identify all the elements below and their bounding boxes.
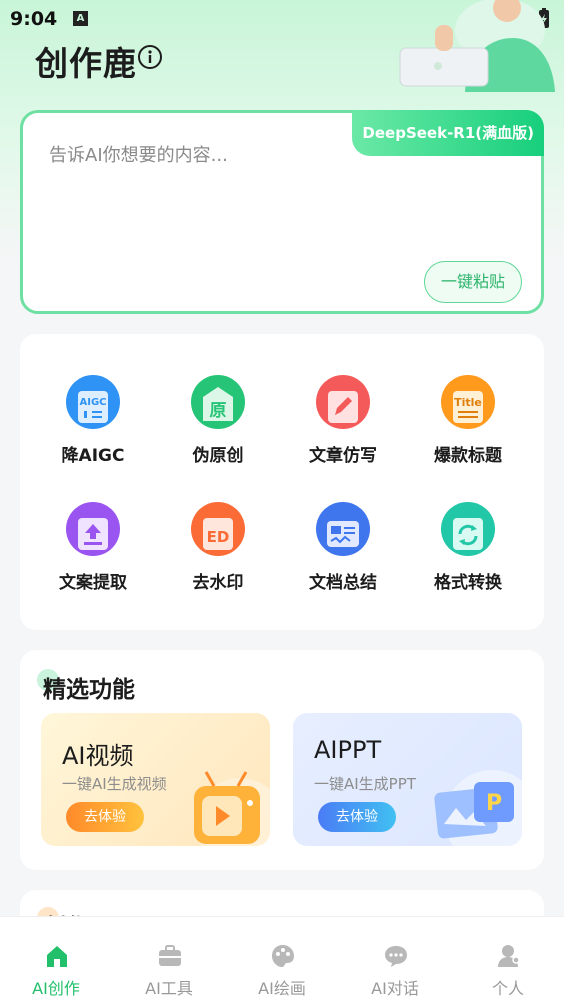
tool-reduce-aigc[interactable]: AIGC 降AIGC: [31, 375, 155, 475]
info-icon[interactable]: [137, 44, 163, 70]
aippt-try-button[interactable]: 去体验: [318, 802, 396, 832]
upload-extract-icon: [66, 502, 120, 556]
model-badge[interactable]: DeepSeek-R1(满血版): [352, 110, 544, 156]
svg-text:ED: ED: [207, 528, 230, 546]
tool-label: 文档总结: [309, 573, 377, 593]
status-time: 9:04: [10, 8, 58, 30]
tv-play-icon: [194, 771, 270, 846]
pencil-edit-icon: [316, 375, 370, 429]
tab-label: AI工具: [145, 979, 193, 998]
one-click-paste-button[interactable]: 一键粘贴: [424, 261, 522, 303]
svg-text:Title: Title: [454, 396, 482, 409]
tab-label: AI绘画: [258, 979, 306, 998]
tool-article-imitation[interactable]: 文章仿写: [281, 375, 405, 475]
tool-label: 伪原创: [192, 446, 244, 466]
svg-text:原: 原: [210, 401, 227, 421]
tab-label: AI对话: [371, 979, 419, 998]
aippt-subtitle: 一键AI生成PPT: [314, 775, 416, 793]
tool-label: 文章仿写: [309, 446, 377, 466]
aigc-icon: AIGC: [66, 375, 120, 429]
bottom-tab-bar: AI创作 AI工具 AI绘画 AI对话 个人: [0, 916, 564, 1004]
featured-title: 精选功能: [43, 677, 135, 703]
notification-icon: A: [73, 11, 88, 26]
header-illustration: [399, 0, 555, 92]
tab-ai-chat[interactable]: AI对话: [339, 917, 451, 1004]
home-icon: [47, 946, 67, 967]
aippt-title: AIPPT: [314, 736, 382, 764]
tool-document-summary[interactable]: 文档总结: [281, 502, 405, 602]
svg-text:P: P: [486, 791, 502, 816]
featured-section: 精选功能 AI视频 一键AI生成视频 去体验 AIPPT 一键AI生成PPT 去…: [20, 650, 544, 870]
convert-icon: [441, 502, 495, 556]
tool-label: 降AIGC: [61, 446, 125, 466]
tab-label: AI创作: [32, 979, 80, 998]
page-title: 创作鹿: [35, 44, 137, 83]
palette-icon: [272, 945, 294, 967]
ai-video-title: AI视频: [62, 742, 134, 770]
tool-hot-title[interactable]: Title 爆款标题: [406, 375, 530, 475]
document-summary-icon: [316, 502, 370, 556]
tool-format-convert[interactable]: 格式转换: [406, 502, 530, 602]
person-icon: [498, 945, 520, 967]
prompt-input-card[interactable]: DeepSeek-R1(满血版) 告诉AI你想要的内容... 一键粘贴: [20, 110, 544, 314]
ppt-slides-icon: P: [434, 770, 522, 846]
tab-ai-painting[interactable]: AI绘画: [226, 917, 338, 1004]
aippt-card[interactable]: AIPPT 一键AI生成PPT 去体验 P: [293, 713, 522, 846]
tool-remove-watermark[interactable]: ED 去水印: [156, 502, 280, 602]
ai-video-card[interactable]: AI视频 一键AI生成视频 去体验: [41, 713, 270, 846]
tab-label: 个人: [491, 979, 524, 998]
tool-label: 格式转换: [434, 573, 502, 593]
tool-pseudo-original[interactable]: 原 伪原创: [156, 375, 280, 475]
ai-video-try-button[interactable]: 去体验: [66, 802, 144, 832]
tool-label: 去水印: [192, 573, 244, 593]
tool-label: 爆款标题: [434, 446, 502, 466]
toolbox-icon: [159, 945, 181, 966]
chat-icon: [385, 946, 407, 967]
svg-text:AIGC: AIGC: [79, 397, 106, 408]
tab-ai-tools[interactable]: AI工具: [113, 917, 225, 1004]
original-icon: 原: [191, 375, 245, 429]
title-icon: Title: [441, 375, 495, 429]
prompt-placeholder[interactable]: 告诉AI你想要的内容...: [49, 141, 228, 167]
watermark-icon: ED: [191, 502, 245, 556]
ai-video-subtitle: 一键AI生成视频: [62, 775, 167, 793]
tab-ai-create[interactable]: AI创作: [0, 917, 112, 1004]
tab-profile[interactable]: 个人: [452, 917, 564, 1004]
quick-tools-grid: AIGC 降AIGC 原 伪原创 文章仿写 Title 爆款标题 文案提取 ED…: [20, 334, 544, 630]
tool-copy-extract[interactable]: 文案提取: [31, 502, 155, 602]
tool-label: 文案提取: [59, 573, 127, 593]
